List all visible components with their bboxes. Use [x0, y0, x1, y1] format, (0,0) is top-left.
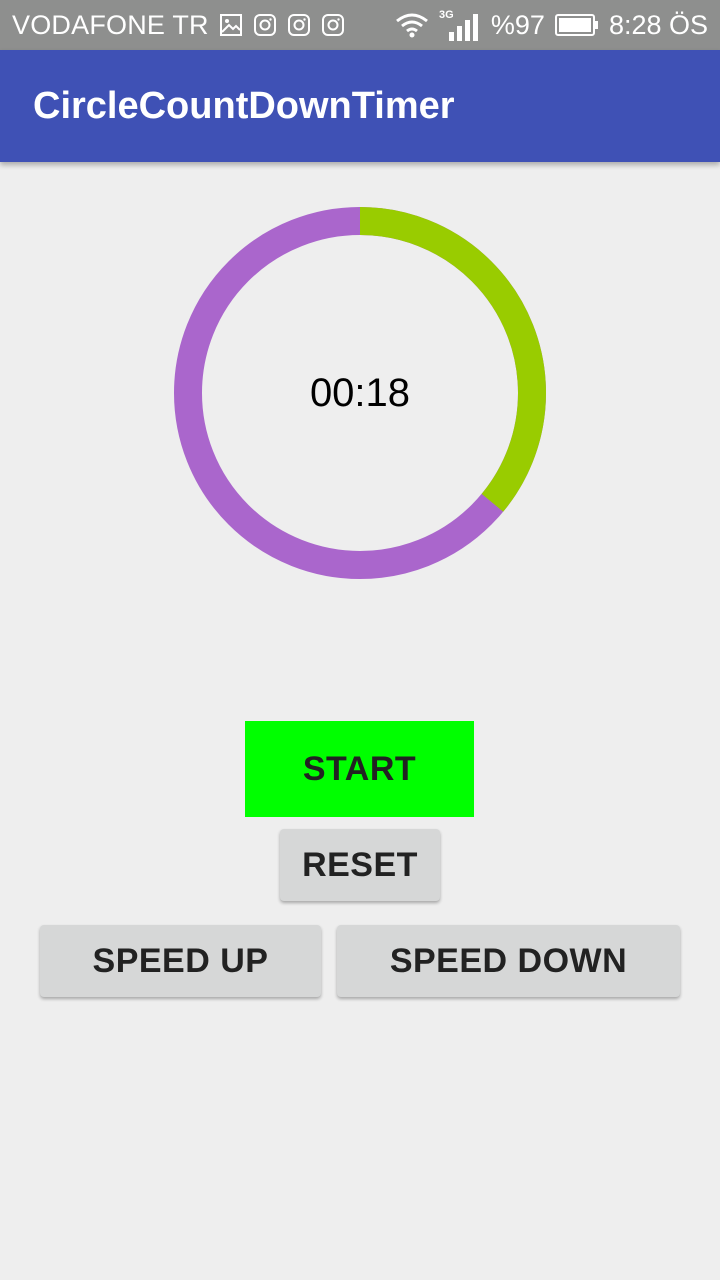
speed-down-button[interactable]: SPEED DOWN [337, 925, 680, 997]
gallery-notification-icon [219, 13, 243, 37]
start-button[interactable]: START [245, 721, 474, 817]
status-bar: VODAFONE TR 3G %97 8:28 ÖS [0, 0, 720, 50]
speed-up-button[interactable]: SPEED UP [40, 925, 321, 997]
timer-display: 00:18 [309, 370, 411, 415]
instagram-notification-icon [321, 13, 345, 37]
battery-icon [554, 14, 599, 36]
app-bar: CircleCountDownTimer [0, 50, 720, 162]
status-bar-right: 3G %97 8:28 ÖS [395, 8, 708, 42]
reset-button[interactable]: RESET [280, 829, 440, 901]
carrier-name: VODAFONE TR [12, 9, 209, 40]
wifi-icon [395, 12, 429, 38]
app-title: CircleCountDownTimer [33, 84, 455, 127]
network-type-label: 3G [439, 9, 454, 21]
cellular-signal-icon: 3G [439, 8, 481, 42]
instagram-notification-icon [287, 13, 311, 37]
circle-countdown-timer: 00:18 [174, 207, 546, 579]
battery-percentage: %97 [490, 9, 545, 40]
status-bar-left: VODAFONE TR [12, 10, 345, 41]
status-bar-clock: 8:28 ÖS [608, 9, 708, 40]
instagram-notification-icon [253, 13, 277, 37]
